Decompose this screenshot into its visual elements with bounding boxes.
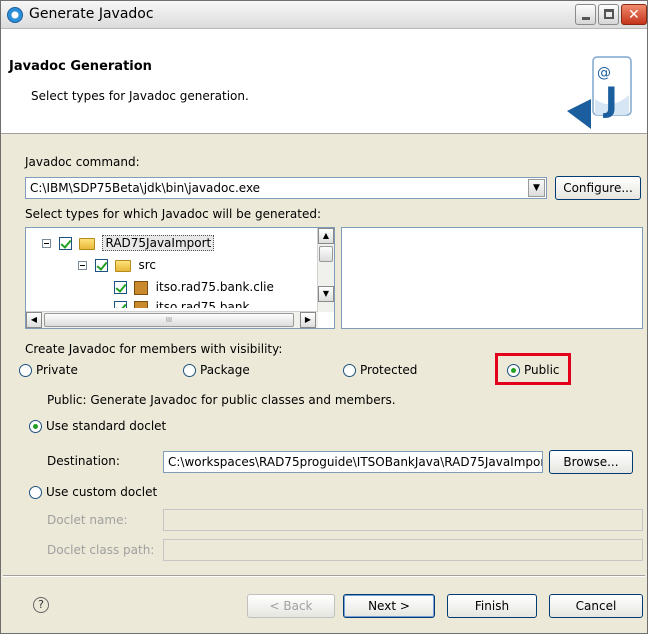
next-button[interactable]: Next > [343,594,435,618]
horizontal-scrollbar[interactable]: ◀ III ▶ [26,311,318,328]
tree-item-package[interactable]: itso.rad75.bank. [114,300,253,308]
tree-item-label: itso.rad75.bank. [155,300,254,308]
radio-label: Package [200,363,250,377]
types-tree[interactable]: RAD75JavaImport src itso.rad75.bank.clie… [25,227,335,329]
maximize-icon [604,9,614,19]
package-icon [133,280,148,295]
generate-javadoc-dialog: Generate Javadoc ✕ Javadoc Generation Se… [0,0,648,634]
tree-item-src[interactable]: src [78,258,156,276]
scroll-down-icon[interactable]: ▼ [318,286,334,302]
tree-item-label: itso.rad75.bank.clie [155,280,274,294]
radio-standard-doclet[interactable]: Use standard doclet [29,419,166,433]
chevron-down-icon[interactable]: ▼ [528,179,545,197]
javadoc-command-combo[interactable]: C:\IBM\SDP75Beta\jdk\bin\javadoc.exe ▼ [25,177,547,199]
cancel-button[interactable]: Cancel [549,594,643,618]
radio-icon [19,363,32,377]
radio-custom-doclet[interactable]: Use custom doclet [29,485,157,499]
tree-item-label: RAD75JavaImport [102,235,215,251]
collapse-icon[interactable] [78,261,87,270]
checkbox[interactable] [114,301,127,308]
title-bar[interactable]: Generate Javadoc ✕ [1,1,647,29]
highlight-box [495,353,571,385]
minimize-icon [582,17,590,20]
page-description: Select types for Javadoc generation. [31,89,249,103]
destination-label: Destination: [47,454,120,468]
types-label: Select types for which Javadoc will be g… [25,207,321,221]
radio-label: Protected [360,363,418,377]
vertical-scrollbar[interactable]: ▲ ▼ [317,228,334,312]
page-title: Javadoc Generation [9,59,152,74]
checkbox[interactable] [114,281,127,294]
scroll-up-icon[interactable]: ▲ [318,228,334,244]
svg-text:@: @ [597,65,611,81]
minimize-button[interactable] [575,4,596,25]
javadoc-command-label: Javadoc command: [25,155,140,169]
tree-item-project[interactable]: RAD75JavaImport [42,235,215,254]
wizard-header: Javadoc Generation Select types for Java… [1,29,647,134]
close-icon: ✕ [628,7,640,23]
doclet-name-input[interactable] [163,509,643,531]
destination-value: C:\workspaces\RAD75proguide\ITSOBankJava… [168,455,542,469]
types-list[interactable] [341,227,643,329]
destination-input[interactable]: C:\workspaces\RAD75proguide\ITSOBankJava… [163,451,543,473]
collapse-icon[interactable] [42,239,51,248]
radio-package[interactable]: Package [183,363,250,377]
radio-label: Use custom doclet [46,485,158,499]
eclipse-icon [7,7,23,23]
visibility-description: Public: Generate Javadoc for public clas… [47,393,396,407]
scroll-right-icon[interactable]: ▶ [300,312,316,328]
radio-icon [183,363,196,377]
doclet-class-path-label: Doclet class path: [47,543,155,557]
javadoc-wizard-icon: @ J [567,56,632,129]
close-button[interactable]: ✕ [621,4,647,25]
scroll-left-icon[interactable]: ◀ [26,312,42,328]
radio-icon [29,485,42,499]
javadoc-command-value: C:\IBM\SDP75Beta\jdk\bin\javadoc.exe [30,181,261,195]
package-icon [133,300,148,308]
doclet-class-path-input[interactable] [163,539,643,561]
checkbox[interactable] [58,237,72,250]
finish-button[interactable]: Finish [447,594,537,618]
radio-selected-icon [29,419,42,433]
tree-item-package[interactable]: itso.rad75.bank.clie [114,280,274,298]
radio-label: Use standard doclet [46,419,167,433]
checkbox[interactable] [94,259,108,272]
project-folder-icon [78,237,95,250]
radio-protected[interactable]: Protected [343,363,417,377]
radio-private[interactable]: Private [19,363,78,377]
doclet-name-label: Doclet name: [47,513,128,527]
scroll-thumb[interactable] [319,246,333,262]
radio-label: Private [36,363,78,377]
radio-icon [343,363,356,377]
back-button[interactable]: < Back [247,594,335,618]
footer-divider [3,575,645,577]
help-icon[interactable]: ? [33,597,49,613]
scroll-thumb[interactable]: III [44,313,294,327]
source-folder-icon [114,259,131,272]
browse-button[interactable]: Browse... [549,450,633,474]
configure-button[interactable]: Configure... [555,176,641,200]
svg-text:J: J [603,80,618,120]
maximize-button[interactable] [598,4,619,25]
window-title: Generate Javadoc [29,6,154,22]
tree-item-label: src [138,258,157,272]
visibility-label: Create Javadoc for members with visibili… [25,342,283,356]
